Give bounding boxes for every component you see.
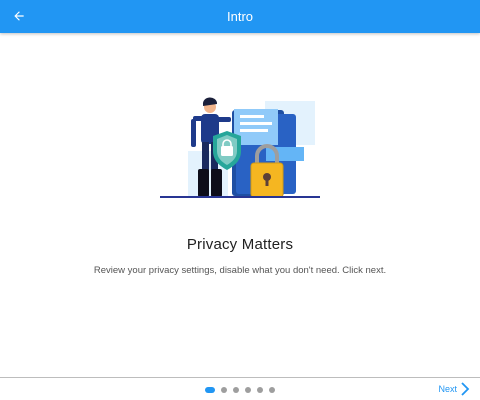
page-dot-5[interactable] <box>257 387 263 393</box>
page-indicator <box>0 385 480 395</box>
next-button[interactable]: Next <box>438 381 470 397</box>
page-dot-3[interactable] <box>233 387 239 393</box>
chevron-right-icon <box>461 382 470 396</box>
bottom-divider <box>0 377 480 378</box>
page-dot-2[interactable] <box>221 387 227 393</box>
slide-description: Review your privacy settings, disable wh… <box>93 265 387 276</box>
app-bar-title: Intro <box>226 9 253 24</box>
next-label: Next <box>438 384 457 394</box>
privacy-illustration <box>160 97 320 198</box>
page-dot-1[interactable] <box>205 387 215 393</box>
slide-title: Privacy Matters <box>186 236 294 253</box>
page-dot-6[interactable] <box>269 387 275 393</box>
page-dot-4[interactable] <box>245 387 251 393</box>
app-bar: Intro <box>0 0 480 33</box>
